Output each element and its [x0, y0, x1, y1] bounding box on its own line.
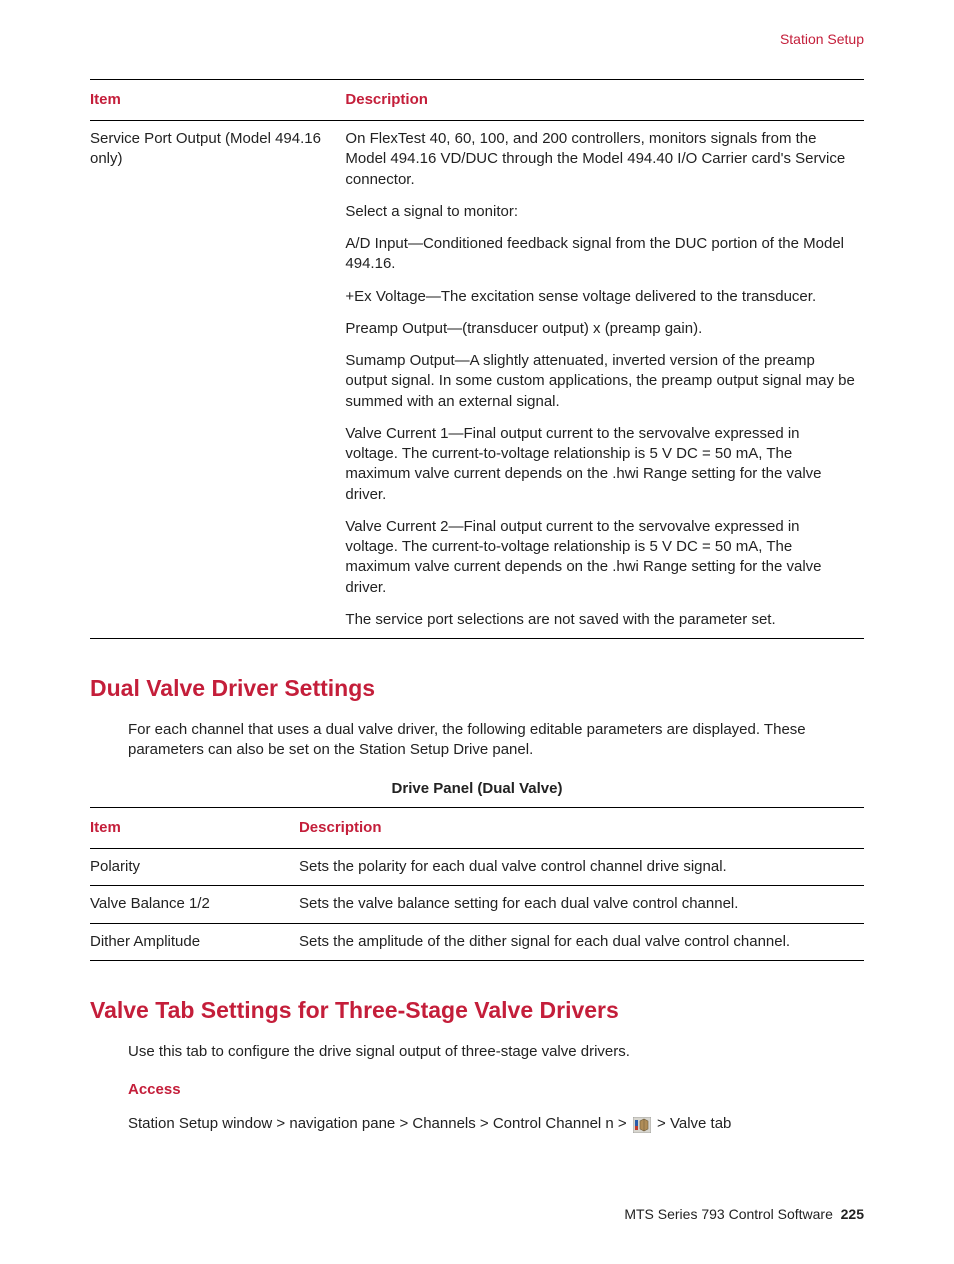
valve-tab-icon: [633, 1117, 651, 1133]
breadcrumb-pre: Station Setup window > navigation pane >…: [128, 1115, 631, 1132]
table-row: Valve Balance 1/2 Sets the valve balance…: [90, 886, 864, 923]
desc-para: On FlexTest 40, 60, 100, and 200 control…: [345, 129, 856, 196]
cell-item: Service Port Output (Model 494.16 only): [90, 121, 345, 639]
table-row: Dither Amplitude Sets the amplitude of t…: [90, 923, 864, 960]
page-header-section: Station Setup: [90, 30, 864, 49]
section-heading-three-stage: Valve Tab Settings for Three-Stage Valve…: [90, 995, 864, 1026]
section-intro: For each channel that uses a dual valve …: [128, 720, 864, 761]
desc-para: Valve Current 1—Final output current to …: [345, 418, 856, 511]
cell-description: Sets the polarity for each dual valve co…: [299, 849, 864, 886]
cell-item: Polarity: [90, 849, 299, 886]
table-row: Service Port Output (Model 494.16 only) …: [90, 121, 864, 639]
table-header-description: Description: [345, 79, 864, 120]
drive-panel-table: Item Description Polarity Sets the polar…: [90, 807, 864, 961]
desc-para: Valve Current 2—Final output current to …: [345, 511, 856, 604]
table-caption: Drive Panel (Dual Valve): [90, 779, 864, 799]
breadcrumb-post: > Valve tab: [657, 1115, 731, 1132]
footer-product: MTS Series 793 Control Software: [624, 1206, 833, 1222]
cell-description: On FlexTest 40, 60, 100, and 200 control…: [345, 121, 864, 639]
section-heading-dual-valve: Dual Valve Driver Settings: [90, 673, 864, 704]
table-header-description: Description: [299, 807, 864, 848]
desc-para: +Ex Voltage—The excitation sense voltage…: [345, 281, 856, 313]
service-port-table: Item Description Service Port Output (Mo…: [90, 79, 864, 639]
desc-para: A/D Input—Conditioned feedback signal fr…: [345, 228, 856, 281]
desc-para: The service port selections are not save…: [345, 604, 856, 630]
cell-item: Valve Balance 1/2: [90, 886, 299, 923]
desc-para: Preamp Output—(transducer output) x (pre…: [345, 313, 856, 345]
footer-page-number: 225: [841, 1206, 864, 1222]
page-footer: MTS Series 793 Control Software 225: [90, 1205, 864, 1224]
table-row: Polarity Sets the polarity for each dual…: [90, 849, 864, 886]
table-header-item: Item: [90, 79, 345, 120]
breadcrumb: Station Setup window > navigation pane >…: [128, 1114, 864, 1134]
cell-item: Dither Amplitude: [90, 923, 299, 960]
desc-para: Sumamp Output—A slightly attenuated, inv…: [345, 345, 856, 418]
access-subheading: Access: [128, 1080, 864, 1100]
table-header-item: Item: [90, 807, 299, 848]
desc-para: Select a signal to monitor:: [345, 196, 856, 228]
cell-description: Sets the amplitude of the dither signal …: [299, 923, 864, 960]
cell-description: Sets the valve balance setting for each …: [299, 886, 864, 923]
section-intro: Use this tab to configure the drive sign…: [128, 1042, 864, 1062]
